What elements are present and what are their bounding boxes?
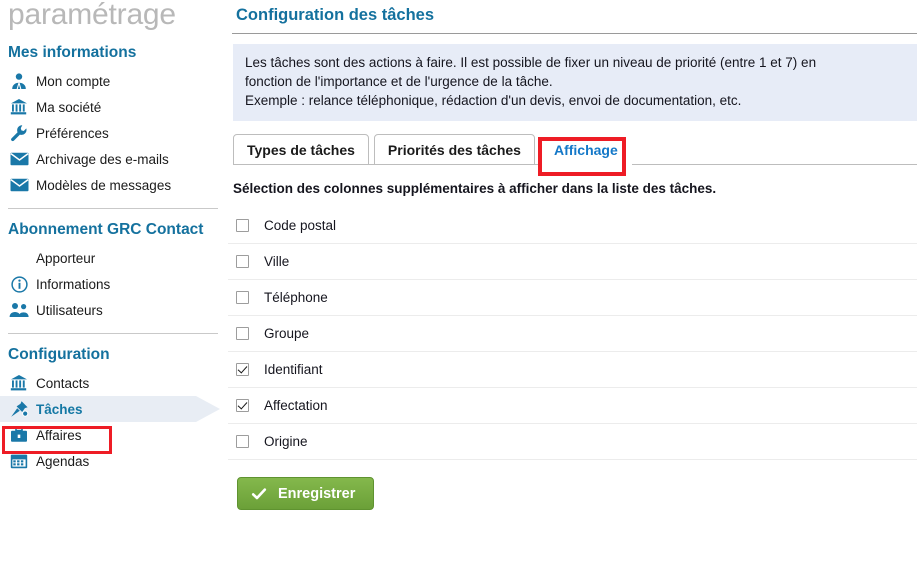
sidebar-active-highlight [0,396,220,422]
sidebar-item-label: Informations [36,277,110,292]
sidebar-item-maasociete[interactable]: Ma société [0,94,228,120]
save-button[interactable]: Enregistrer [237,477,374,510]
sidebar-item-preferences[interactable]: Préférences [0,120,228,146]
sidebar-item-monacompte[interactable]: Mon compte [0,68,228,94]
tab-types-de-taches[interactable]: Types de tâches [233,134,369,165]
column-row[interactable]: Origine [228,424,917,460]
checkbox-groupe[interactable] [236,327,249,340]
column-row[interactable]: Code postal [228,208,917,244]
sidebar-item-utilisateurs[interactable]: Utilisateurs [0,297,228,323]
sidebar-item-label: Archivage des e-mails [36,152,169,167]
sidebar-item-informations[interactable]: Informations [0,271,228,297]
columns-section-label: Sélection des colonnes supplémentaires à… [233,181,917,196]
info-line-2: fonction de l'importance et de l'urgence… [245,72,905,91]
sidebar-item-label: Affaires [36,428,82,443]
column-row[interactable]: Ville [228,244,917,280]
checkbox-origine[interactable] [236,435,249,448]
sidebar-item-label: Tâches [36,402,83,417]
sidebar-divider [8,208,218,209]
column-row[interactable]: Téléphone [228,280,917,316]
column-row[interactable]: Groupe [228,316,917,352]
sidebar-item-affaires[interactable]: Affaires [0,422,228,448]
sidebar-section-title: Mes informations [0,44,228,62]
column-label: Identifiant [264,362,323,377]
settings-page: paramétrage Mes informations Mon compte Ma… [0,0,917,565]
bank-icon [8,97,30,117]
sidebar-section-title: Configuration [0,346,228,364]
sidebar-item-taches[interactable]: Tâches [0,396,228,422]
tab-label: Priorités des tâches [388,142,521,158]
user-icon [8,71,30,91]
column-label: Code postal [264,218,336,233]
sidebar-item-apporteur[interactable]: Apporteur [0,245,228,271]
sidebar-item-label: Utilisateurs [36,303,103,318]
checkbox-telephone[interactable] [236,291,249,304]
sidebar-item-label: Apporteur [36,251,95,266]
sidebar-section-title: Abonnement GRC Contact [0,221,228,239]
envelope-icon [8,149,30,169]
sidebar-item-modelesadeamessages[interactable]: Modèles de messages [0,172,228,198]
checkbox-ville[interactable] [236,255,249,268]
tab-label: Types de tâches [247,142,355,158]
title-divider [232,33,917,34]
sidebar: paramétrage Mes informations Mon compte Ma… [0,0,228,565]
tab-bar: Types de tâches Priorités des tâches Affic… [233,134,917,165]
info-line-3: Exemple : relance téléphonique, rédactio… [245,91,905,110]
page-title: Configuration des tâches [228,0,917,25]
info-box: Les tâches sont des actions à faire. Il … [233,44,917,121]
sidebar-item-label: Préférences [36,126,109,141]
info-icon [8,274,30,294]
bank-icon [8,373,30,393]
tab-priorites-des-taches[interactable]: Priorités des tâches [374,134,535,165]
users-icon [8,300,30,320]
check-icon [251,486,267,502]
sidebar-item-label: Mon compte [36,74,110,89]
briefcase-icon [8,425,30,445]
tab-affichage[interactable]: Affichage [540,134,632,165]
checkbox-identifiant[interactable] [236,363,249,376]
sidebar-item-label: Contacts [36,376,89,391]
save-button-label: Enregistrer [278,486,355,502]
sidebar-divider [8,333,218,334]
sidebar-item-label: Agendas [36,454,89,469]
tab-label: Affichage [554,142,618,158]
column-row[interactable]: Affectation [228,388,917,424]
column-label: Téléphone [264,290,328,305]
checkbox-affectation[interactable] [236,399,249,412]
sidebar-item-label: Modèles de messages [36,178,171,193]
app-brand-title: paramétrage [0,0,228,32]
envelope-icon [8,175,30,195]
column-label: Origine [264,434,308,449]
sidebar-item-label: Ma société [36,100,101,115]
pushpin-icon [8,399,30,419]
column-label: Affectation [264,398,328,413]
wrench-icon [8,123,30,143]
sidebar-item-contacts[interactable]: Contacts [0,370,228,396]
info-line-1: Les tâches sont des actions à faire. Il … [245,53,905,72]
column-label: Ville [264,254,289,269]
sidebar-item-agendas[interactable]: Agendas [0,448,228,474]
column-label: Groupe [264,326,309,341]
column-row[interactable]: Identifiant [228,352,917,388]
column-checkbox-list: Code postal Ville Téléphone Groupe Identifia… [228,208,917,460]
sidebar-item-archivageadesae-mails[interactable]: Archivage des e-mails [0,146,228,172]
main-content: Configuration des tâches Les tâches sont… [228,0,917,565]
calendar-icon [8,451,30,471]
checkbox-code-postal[interactable] [236,219,249,232]
